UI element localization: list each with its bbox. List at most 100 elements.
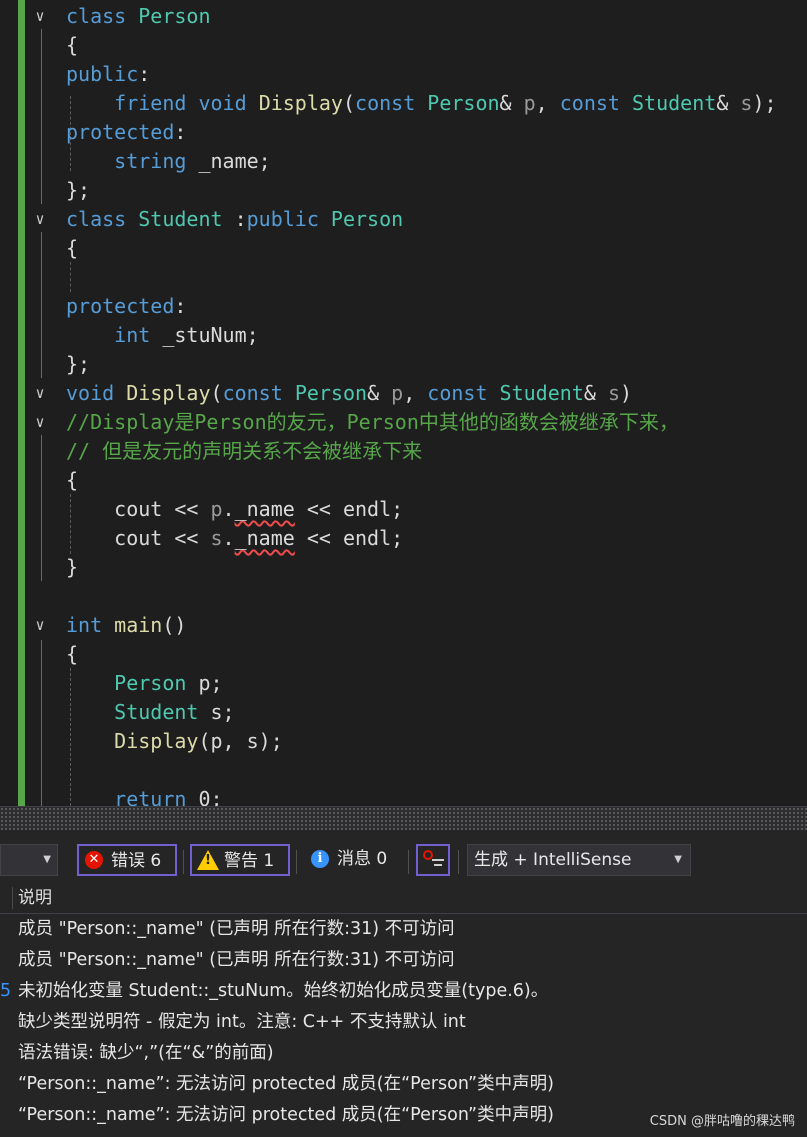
messages-filter-button[interactable]: i 消息 0: [303, 844, 403, 876]
code-line[interactable]: {: [0, 31, 807, 60]
code-token: _stuNum;: [162, 323, 259, 347]
column-header-label: 说明: [18, 888, 52, 908]
code-text: // 但是友元的声明关系不会被继承下来: [66, 437, 422, 466]
code-line[interactable]: Student s;: [0, 698, 807, 727]
error-description: 语法错误: 缺少“,”(在“&”的前面): [18, 1043, 274, 1063]
code-text: protected:: [66, 292, 186, 321]
error-row[interactable]: 5 未初始化变量 Student::_stuNum。始终初始化成员变量(type.…: [0, 976, 807, 1007]
fold-chevron-icon[interactable]: ∨: [31, 408, 49, 437]
code-token: public: [246, 207, 331, 231]
code-line[interactable]: protected:: [0, 118, 807, 147]
code-line[interactable]: friend void Display(const Person& p, con…: [0, 89, 807, 118]
code-text: class Person: [66, 2, 211, 31]
code-line[interactable]: Person p;: [0, 669, 807, 698]
code-token: {: [66, 33, 79, 57]
code-line[interactable]: [0, 582, 807, 611]
error-row[interactable]: 缺少类型说明符 - 假定为 int。注意: C++ 不支持默认 int: [0, 1007, 807, 1038]
code-line[interactable]: ∨ //Display是Person的友元，Person中其他的函数会被继承下来，: [0, 408, 807, 437]
code-line[interactable]: return 0;: [0, 785, 807, 806]
error-row[interactable]: 成员 "Person::_name" (已声明 所在行数:31) 不可访问: [0, 914, 807, 945]
code-line[interactable]: {: [0, 466, 807, 495]
code-token: &: [367, 381, 392, 405]
code-token: Person: [138, 4, 211, 28]
errors-filter-button[interactable]: ✕ 错误 6: [77, 844, 177, 876]
code-token: 0;: [198, 787, 223, 806]
code-token: int: [66, 613, 115, 637]
code-text: }: [66, 553, 78, 582]
code-token: ): [619, 381, 633, 405]
code-line[interactable]: protected:: [0, 292, 807, 321]
code-token: Student: [499, 381, 584, 405]
toolbar-separator: [458, 850, 459, 874]
code-line[interactable]: string _name;: [0, 147, 807, 176]
code-token: int: [114, 323, 163, 347]
code-line[interactable]: {: [0, 234, 807, 263]
code-token: Student: [138, 207, 235, 231]
toolbar-separator: [183, 850, 184, 874]
filter-options-button[interactable]: [416, 844, 450, 876]
code-line[interactable]: ∨ void Display(const Person& p, const Stu…: [0, 379, 807, 408]
code-line[interactable]: {: [0, 640, 807, 669]
code-token: (p, s);: [198, 729, 283, 753]
chevron-down-icon: ▼: [674, 854, 682, 865]
fold-chevron-icon[interactable]: ∨: [31, 2, 49, 31]
error-row[interactable]: “Person::_name”: 无法访问 protected 成员(在“Per…: [0, 1069, 807, 1100]
code-token: Display: [258, 91, 343, 115]
code-line[interactable]: [0, 756, 807, 785]
fold-chevron-icon[interactable]: ∨: [31, 379, 49, 408]
code-line[interactable]: cout << s._name << endl;: [0, 524, 807, 553]
column-divider[interactable]: [12, 887, 13, 909]
code-token: protected: [66, 120, 175, 144]
code-text: int _stuNum;: [66, 321, 259, 350]
info-icon: i: [311, 850, 329, 868]
fold-chevron-icon[interactable]: ∨: [31, 611, 49, 640]
error-description: 缺少类型说明符 - 假定为 int。注意: C++ 不支持默认 int: [18, 1012, 466, 1032]
code-token: const: [427, 381, 500, 405]
build-intellisense-dropdown[interactable]: 生成 + IntelliSense ▼: [467, 844, 691, 876]
code-token: Person: [114, 671, 199, 695]
code-line[interactable]: ∨ class Student :public Person: [0, 205, 807, 234]
code-line[interactable]: ∨ int main(): [0, 611, 807, 640]
code-token: :: [138, 62, 151, 86]
code-editor[interactable]: ∨ class Person{public: friend void Displa…: [0, 0, 807, 806]
code-text: protected:: [66, 118, 186, 147]
code-token: const: [559, 91, 633, 115]
code-line[interactable]: ∨ class Person: [0, 2, 807, 31]
code-token: protected: [66, 294, 175, 318]
code-token: Student: [632, 91, 717, 115]
code-token: };: [66, 178, 91, 202]
error-row[interactable]: 语法错误: 缺少“,”(在“&”的前面): [0, 1038, 807, 1069]
code-token: public: [66, 62, 139, 86]
code-line[interactable]: public:: [0, 60, 807, 89]
code-text: cout << p._name << endl;: [66, 495, 403, 524]
code-token: class: [66, 4, 139, 28]
code-token: main: [114, 613, 163, 637]
code-text: Display(p, s);: [66, 727, 283, 756]
panel-splitter[interactable]: [0, 806, 807, 831]
error-description: “Person::_name”: 无法访问 protected 成员(在“Per…: [18, 1105, 554, 1125]
code-text: class Student :public Person: [66, 205, 403, 234]
description-column-header[interactable]: 说明: [0, 883, 807, 914]
code-line[interactable]: [0, 263, 807, 292]
code-text: };: [66, 176, 90, 205]
error-icon: ✕: [85, 851, 103, 869]
scope-dropdown[interactable]: ▼: [0, 844, 58, 876]
code-line[interactable]: cout << p._name << endl;: [0, 495, 807, 524]
code-token: const: [355, 91, 428, 115]
code-token: Person: [427, 91, 500, 115]
code-line[interactable]: };: [0, 176, 807, 205]
code-line[interactable]: // 但是友元的声明关系不会被继承下来: [0, 437, 807, 466]
error-description: 成员 "Person::_name" (已声明 所在行数:31) 不可访问: [18, 919, 455, 939]
code-line[interactable]: };: [0, 350, 807, 379]
code-token: Display: [114, 729, 199, 753]
code-line[interactable]: Display(p, s);: [0, 727, 807, 756]
error-row[interactable]: 成员 "Person::_name" (已声明 所在行数:31) 不可访问: [0, 945, 807, 976]
code-token: ,: [403, 381, 428, 405]
code-token: friend: [114, 91, 199, 115]
code-line[interactable]: }: [0, 553, 807, 582]
code-line[interactable]: int _stuNum;: [0, 321, 807, 350]
fold-chevron-icon[interactable]: ∨: [31, 205, 49, 234]
code-token: cout <<: [66, 497, 211, 521]
warnings-filter-button[interactable]: ! 警告 1: [190, 844, 290, 876]
